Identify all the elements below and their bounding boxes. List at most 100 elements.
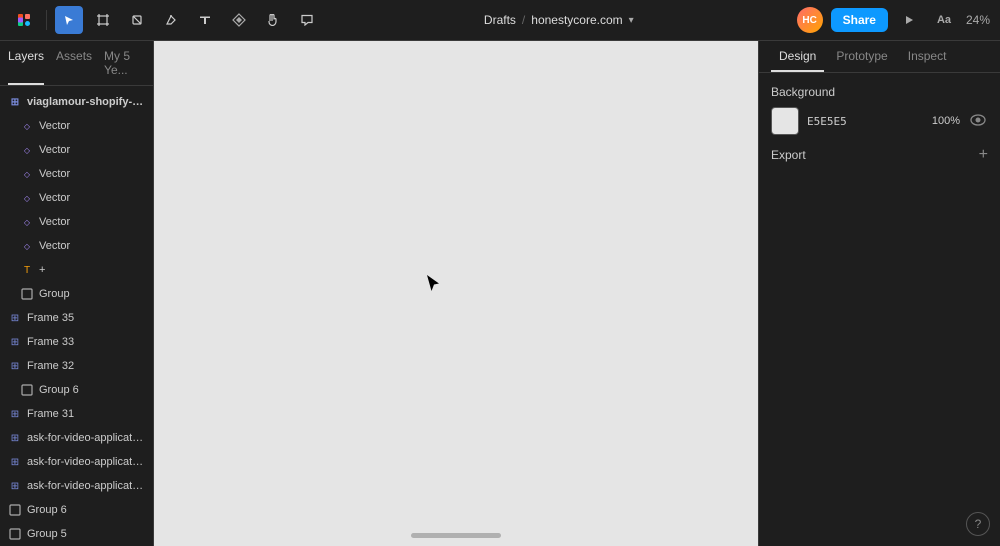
right-panel: Design Prototype Inspect Background E5E5… [758, 41, 1000, 546]
right-panel-content: Background E5E5E5 100% Export + [759, 73, 1000, 546]
layer-name: ask-for-video-applications [27, 432, 145, 444]
layer-item[interactable]: ⊞ Frame 33 [0, 330, 153, 354]
help-button[interactable]: ? [966, 512, 990, 536]
layer-item[interactable]: ⊞ ask-for-video-applications [0, 450, 153, 474]
frame-icon: ⊞ [8, 455, 22, 469]
vector-icon: ◇ [20, 191, 34, 205]
left-panel: Layers Assets My 5 Ye... ⊞ viaglamour-sh… [0, 41, 154, 546]
layer-item[interactable]: ◇ Vector [0, 114, 153, 138]
tab-design[interactable]: Design [771, 41, 824, 72]
frame-icon: ⊞ [8, 359, 22, 373]
main-area: Layers Assets My 5 Ye... ⊞ viaglamour-sh… [0, 41, 1000, 546]
layer-item[interactable]: Group 6 [0, 498, 153, 522]
layer-item[interactable]: ◇ Vector [0, 162, 153, 186]
toolbar-left [10, 6, 321, 34]
hand-tool-button[interactable] [259, 6, 287, 34]
layer-item[interactable]: ◇ Vector [0, 186, 153, 210]
toolbar-center: Drafts / honestycore.com ▾ [325, 13, 793, 27]
background-color-swatch[interactable] [771, 107, 799, 135]
layer-item[interactable]: ⊞ ask-for-video-applications [0, 474, 153, 498]
vector-icon: ◇ [20, 119, 34, 133]
visibility-button[interactable] [968, 111, 988, 131]
layer-item[interactable]: ⊞ Frame 31 [0, 402, 153, 426]
toolbar: Drafts / honestycore.com ▾ HC Share Aa 2… [0, 0, 1000, 41]
pen-tool-button[interactable] [157, 6, 185, 34]
layer-item[interactable]: Group 6 [0, 378, 153, 402]
layer-item[interactable]: ◇ Vector [0, 138, 153, 162]
group-icon [20, 287, 34, 301]
right-panel-tabs: Design Prototype Inspect [759, 41, 1000, 73]
figma-menu-button[interactable] [10, 6, 38, 34]
move-tool-button[interactable] [55, 6, 83, 34]
export-section-header: Export + [771, 147, 988, 163]
cursor-icon [426, 274, 440, 292]
layer-name: Frame 33 [27, 336, 145, 348]
background-row: E5E5E5 100% [771, 107, 988, 135]
comment-tool-button[interactable] [293, 6, 321, 34]
layer-name: Group 5 [27, 528, 145, 540]
layer-name: Vector [39, 192, 145, 204]
share-button[interactable]: Share [831, 8, 888, 32]
layer-name: Frame 32 [27, 360, 145, 372]
group-icon [8, 503, 22, 517]
text-style-button[interactable]: Aa [930, 6, 958, 34]
breadcrumb-dropdown-icon[interactable]: ▾ [629, 15, 634, 26]
canvas-scrollbar[interactable] [411, 533, 501, 538]
layer-item[interactable]: ◇ Vector [0, 234, 153, 258]
layer-name: Vector [39, 120, 145, 132]
text-tool-button[interactable] [191, 6, 219, 34]
group-icon [8, 527, 22, 541]
background-color-value[interactable]: E5E5E5 [807, 115, 847, 128]
tab-layers[interactable]: Layers [8, 45, 44, 85]
canvas[interactable] [154, 41, 758, 546]
layer-name: + [39, 264, 145, 276]
layer-item[interactable]: T + [0, 258, 153, 282]
layer-name: Group [39, 288, 145, 300]
layer-item[interactable]: Group [0, 282, 153, 306]
export-title: Export [771, 148, 806, 162]
play-button[interactable] [896, 7, 922, 33]
tab-prototype[interactable]: Prototype [828, 41, 895, 72]
component-tool-button[interactable] [225, 6, 253, 34]
export-add-button[interactable]: + [979, 147, 988, 163]
layer-item[interactable]: ◇ Vector [0, 210, 153, 234]
layer-item[interactable]: ⊞ viaglamour-shopify-partnership [0, 90, 153, 114]
tab-my5[interactable]: My 5 Ye... [104, 45, 145, 85]
layer-name: Vector [39, 240, 145, 252]
zoom-level[interactable]: 24% [966, 13, 990, 27]
frame-icon: ⊞ [8, 407, 22, 421]
layer-name: Vector [39, 216, 145, 228]
tab-inspect[interactable]: Inspect [900, 41, 955, 72]
layer-item[interactable]: ⊞ Frame 35 [0, 306, 153, 330]
vector-icon: ◇ [20, 143, 34, 157]
layer-item[interactable]: ⊞ ask-for-video-applications [0, 426, 153, 450]
frame-icon: ⊞ [8, 95, 22, 109]
tab-assets[interactable]: Assets [56, 45, 92, 85]
vector-icon: ◇ [20, 239, 34, 253]
frame-tool-button[interactable] [89, 6, 117, 34]
breadcrumb: Drafts / honestycore.com ▾ [484, 13, 634, 27]
text-icon: T [20, 263, 34, 277]
background-opacity-value[interactable]: 100% [932, 115, 960, 127]
frame-icon: ⊞ [8, 479, 22, 493]
toolbar-right: HC Share Aa 24% [797, 6, 990, 34]
layer-name: ask-for-video-applications [27, 480, 145, 492]
breadcrumb-separator: / [522, 13, 525, 27]
toolbar-divider-1 [46, 10, 47, 30]
frame-icon: ⊞ [8, 311, 22, 325]
layer-name: Vector [39, 168, 145, 180]
layer-item[interactable]: ⊞ Frame 32 [0, 354, 153, 378]
panel-tabs: Layers Assets My 5 Ye... [0, 41, 153, 86]
group-icon [20, 383, 34, 397]
layer-name: Group 6 [27, 504, 145, 516]
avatar[interactable]: HC [797, 7, 823, 33]
breadcrumb-drafts[interactable]: Drafts [484, 13, 516, 27]
export-section: Export + [771, 147, 988, 163]
background-title: Background [771, 85, 835, 99]
vector-icon: ◇ [20, 167, 34, 181]
layer-name: Frame 31 [27, 408, 145, 420]
layer-name: Frame 35 [27, 312, 145, 324]
breadcrumb-project[interactable]: honestycore.com [531, 13, 622, 27]
layer-item[interactable]: Group 5 [0, 522, 153, 546]
shape-tool-button[interactable] [123, 6, 151, 34]
